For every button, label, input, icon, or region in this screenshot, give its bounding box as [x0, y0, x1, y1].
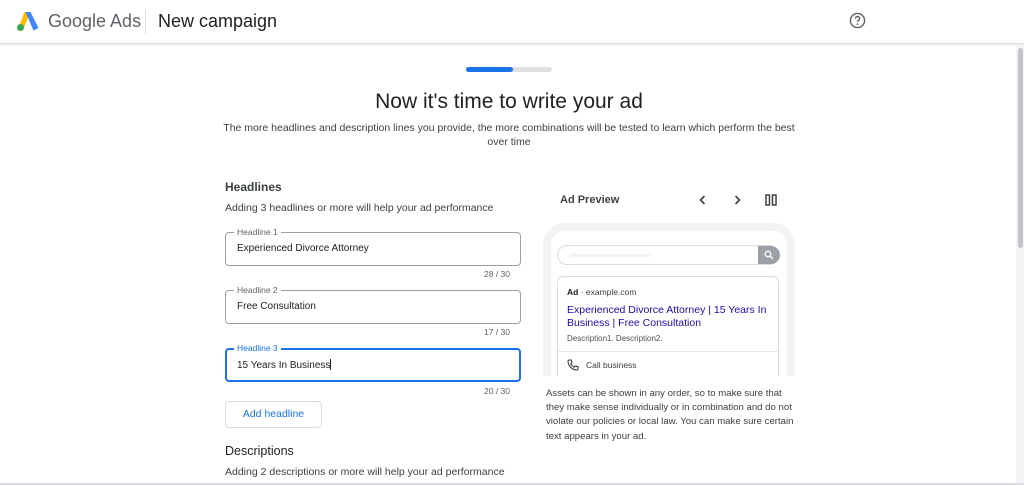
headlines-hint: Adding 3 headlines or more will help you…: [225, 202, 494, 214]
ad-badge: Ad: [567, 287, 579, 297]
headline-1-input[interactable]: Headline 1 Experienced Divorce Attorney: [225, 227, 521, 266]
headline-1-value[interactable]: Experienced Divorce Attorney: [237, 243, 369, 254]
ad-preview-card: Ad · example.com Experienced Divorce Att…: [557, 276, 779, 376]
headline-3-value: 15 Years In Business: [237, 360, 331, 371]
preview-search-button: [758, 246, 780, 264]
header-divider: [145, 10, 146, 34]
ad-domain: · example.com: [578, 287, 637, 297]
descriptions-hint: Adding 2 descriptions or more will help …: [225, 466, 505, 478]
headline-1-counter: 28 / 30: [484, 269, 510, 279]
ad-headline: Experienced Divorce Attorney | 15 Years …: [567, 304, 767, 329]
page-subtitle: The more headlines and description lines…: [223, 122, 795, 148]
preview-search-bar: [557, 245, 780, 265]
search-icon: [764, 250, 774, 260]
scrollbar-thumb[interactable]: [1018, 48, 1023, 248]
ad-divider: [558, 351, 778, 352]
headline-3-label: Headline 3: [234, 343, 281, 353]
headline-1-label: Headline 1: [234, 227, 281, 237]
step-progress-bar: [466, 67, 552, 72]
ad-meta: Ad · example.com: [567, 287, 636, 297]
top-app-bar: Google Ads New campaign: [0, 0, 1024, 44]
descriptions-heading: Descriptions: [225, 444, 294, 458]
phone-icon: [567, 359, 579, 371]
headline-3-counter: 20 / 30: [484, 386, 510, 396]
page-title-header: New campaign: [158, 11, 278, 31]
help-icon[interactable]: [849, 12, 866, 29]
search-placeholder-bar: [570, 254, 650, 257]
call-business-label: Call business: [586, 360, 637, 370]
page-title: Now it's time to write your ad: [375, 90, 643, 113]
ad-description: Description1. Description2.: [567, 334, 663, 343]
headlines-heading: Headlines: [225, 180, 282, 194]
headline-3-value-wrap[interactable]: 15 Years In Business: [237, 359, 332, 371]
headline-3-input[interactable]: Headline 3 15 Years In Business: [225, 343, 521, 382]
headline-2-value[interactable]: Free Consultation: [237, 301, 316, 312]
google-ads-logo-icon[interactable]: [16, 10, 40, 32]
step-progress-fill: [466, 67, 514, 72]
add-headline-button[interactable]: Add headline: [225, 401, 322, 428]
chevron-left-icon[interactable]: [696, 193, 710, 207]
split-view-icon[interactable]: [764, 193, 778, 207]
headline-2-counter: 17 / 30: [484, 327, 510, 337]
mobile-preview-frame: Ad · example.com Experienced Divorce Att…: [543, 223, 795, 376]
headline-2-input[interactable]: Headline 2 Free Consultation: [225, 285, 521, 324]
text-cursor: [330, 359, 332, 370]
preview-disclaimer: Assets can be shown in any order, so to …: [546, 388, 794, 442]
headline-2-label: Headline 2: [234, 285, 281, 295]
ad-preview-title: Ad Preview: [560, 194, 620, 206]
brand-name: Google Ads: [48, 11, 142, 31]
chevron-right-icon[interactable]: [730, 193, 744, 207]
